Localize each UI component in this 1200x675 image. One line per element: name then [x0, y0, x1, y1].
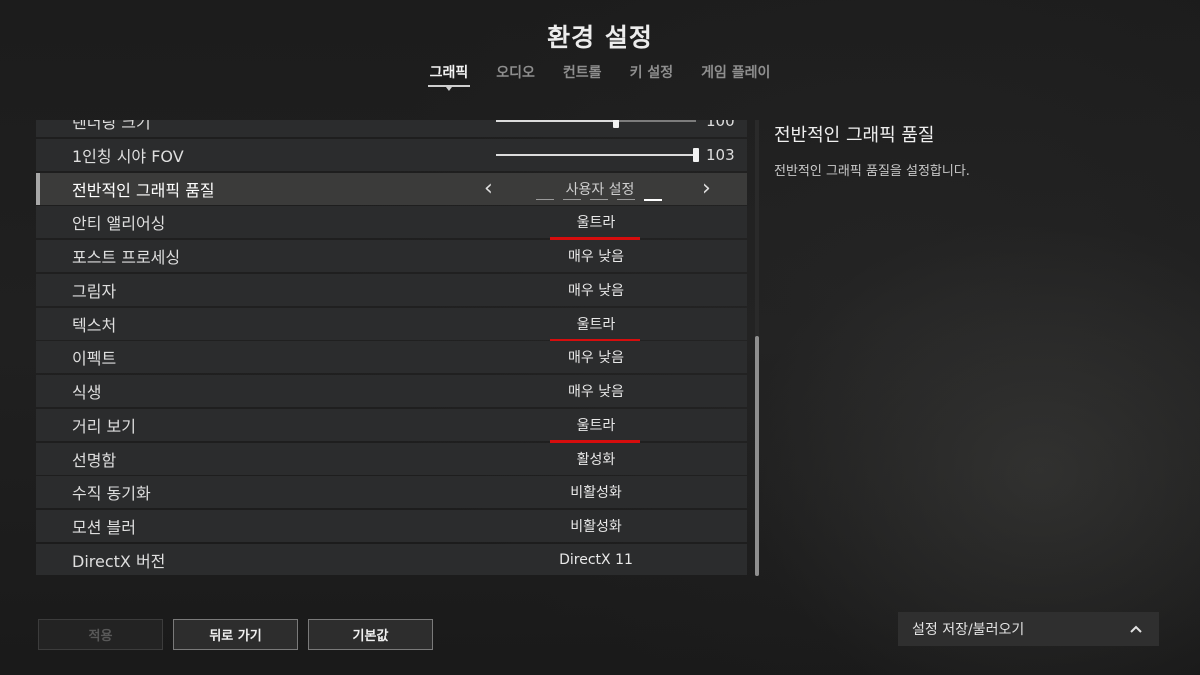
setting-value: 매우 낮음 — [496, 246, 696, 266]
back-button[interactable]: 뒤로 가기 — [173, 619, 298, 650]
slider-thumb[interactable] — [613, 120, 619, 128]
slider-fill — [496, 153, 696, 156]
setting-value: 매우 낮음 — [496, 381, 696, 401]
default-button[interactable]: 기본값 — [308, 619, 433, 650]
scrollbar-track[interactable] — [755, 120, 759, 576]
setting-row[interactable]: 수직 동기화 비활성화 — [36, 476, 747, 509]
setting-value: 울트라 — [496, 415, 696, 443]
setting-value: DirectX 11 — [496, 552, 696, 568]
setting-row[interactable]: 모션 블러 비활성화 — [36, 510, 747, 542]
setting-label: 안티 앨리어싱 — [72, 214, 166, 234]
setting-value: 비활성화 — [496, 482, 696, 502]
slider-value: 103 — [706, 145, 735, 164]
settings-rows: 렌더링 크기 100 1인칭 시야 FOV 103 전반적인 그래픽 품질 ‹ 사용자 설정… — [36, 120, 747, 575]
setting-label: 식생 — [72, 383, 102, 402]
setting-value-text: 비활성화 — [570, 519, 622, 535]
saveload-settings-button[interactable]: 설정 저장/불러오기 — [898, 612, 1159, 646]
description-title: 전반적인 그래픽 품질 — [774, 125, 935, 146]
setting-label: 이펙트 — [72, 349, 117, 369]
page-title: 환경 설정 — [547, 23, 653, 52]
chevron-right-icon[interactable]: › — [702, 177, 711, 200]
preset-indicator — [536, 198, 662, 201]
setting-value: 활성화 — [496, 449, 696, 469]
setting-value-text: DirectX 11 — [559, 551, 633, 568]
setting-slider[interactable] — [496, 147, 699, 162]
tab-gameplay[interactable]: 게임 플레이 — [701, 62, 770, 87]
setting-row[interactable]: 렌더링 크기 100 — [36, 120, 747, 137]
setting-value-text: 울트라 — [576, 417, 616, 434]
setting-value-text: 매우 낮음 — [568, 350, 624, 367]
setting-value: 울트라 — [496, 212, 696, 241]
apply-button[interactable]: 적용 — [38, 619, 163, 650]
description-text: 전반적인 그래픽 품질을 설정합니다. — [774, 164, 970, 179]
setting-value-text: 활성화 — [576, 451, 616, 468]
setting-label: 선명함 — [72, 450, 117, 470]
setting-value-text: 비활성화 — [570, 485, 622, 502]
setting-value: 사용자 설정 — [565, 181, 635, 198]
setting-label: 텍스처 — [72, 315, 117, 335]
setting-value: 매우 낮음 — [496, 280, 696, 300]
setting-label: 수직 동기화 — [72, 484, 151, 504]
setting-row[interactable]: 거리 보기 울트라 — [36, 408, 747, 443]
setting-row[interactable]: 텍스처 울트라 — [36, 307, 747, 342]
scrollbar-thumb[interactable] — [755, 336, 759, 576]
setting-row[interactable]: 1인칭 시야 FOV 103 — [36, 138, 747, 171]
chevron-left-icon[interactable]: ‹ — [484, 177, 493, 200]
tab-audio[interactable]: 오디오 — [496, 62, 535, 87]
setting-value: 비활성화 — [496, 516, 696, 536]
setting-row[interactable]: DirectX 버전 DirectX 11 — [36, 543, 747, 575]
setting-row[interactable]: 그림자 매우 낮음 — [36, 273, 747, 306]
setting-value-text: 매우 낮음 — [568, 384, 624, 400]
setting-label: 그림자 — [72, 281, 117, 301]
setting-label: DirectX 버전 — [72, 551, 166, 571]
setting-label: 거리 보기 — [72, 416, 136, 436]
setting-label: 모션 블러 — [72, 518, 136, 537]
tab-controls[interactable]: 컨트롤 — [563, 62, 602, 87]
preset-dash — [563, 198, 581, 200]
setting-row[interactable]: 선명함 활성화 — [36, 442, 747, 475]
saveload-label: 설정 저장/불러오기 — [912, 622, 1025, 638]
setting-label: 렌더링 크기 — [72, 120, 151, 132]
setting-row[interactable]: 전반적인 그래픽 품질 ‹ 사용자 설정 › — [36, 172, 747, 205]
setting-row[interactable]: 안티 앨리어싱 울트라 — [36, 206, 747, 241]
settings-list: 렌더링 크기 100 1인칭 시야 FOV 103 전반적인 그래픽 품질 ‹ 사용자 설정… — [36, 120, 747, 575]
setting-label: 1인칭 시야 FOV — [72, 146, 184, 166]
setting-slider[interactable] — [496, 120, 696, 128]
tab-bar: 그래픽 오디오 컨트롤 키 설정 게임 플레이 — [0, 62, 1200, 87]
slider-fill — [496, 120, 616, 122]
setting-label: 포스트 프로세싱 — [72, 248, 181, 267]
setting-row[interactable]: 이펙트 매우 낮음 — [36, 341, 747, 374]
setting-label: 전반적인 그래픽 품질 — [72, 180, 215, 200]
setting-value-text: 울트라 — [576, 215, 616, 232]
tab-graphics[interactable]: 그래픽 — [427, 62, 470, 87]
setting-value: 울트라 — [496, 314, 696, 342]
setting-value-text: 매우 낮음 — [568, 282, 624, 299]
settings-screen: 환경 설정 그래픽 오디오 컨트롤 키 설정 게임 플레이 렌더링 크기 100 1… — [0, 0, 1200, 675]
setting-value: 매우 낮음 — [496, 347, 696, 367]
chevron-up-icon — [1130, 625, 1142, 633]
tab-keybindings[interactable]: 키 설정 — [630, 62, 674, 87]
preset-dash — [617, 198, 635, 200]
setting-row[interactable]: 포스트 프로세싱 매우 낮음 — [36, 240, 747, 272]
slider-value: 100 — [706, 120, 735, 130]
setting-value-text: 매우 낮음 — [568, 249, 624, 265]
setting-row[interactable]: 식생 매우 낮음 — [36, 375, 747, 407]
slider-thumb[interactable] — [693, 147, 699, 162]
preset-dash — [644, 198, 662, 201]
preset-dash — [590, 198, 608, 200]
preset-dash — [536, 198, 554, 200]
setting-value-text: 울트라 — [576, 316, 616, 333]
